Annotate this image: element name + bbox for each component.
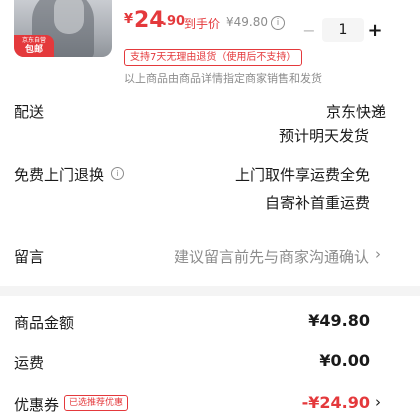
quantity-input[interactable]: 1 <box>322 18 364 42</box>
jd-self-operated-badge: 京东自营 包邮 <box>14 35 54 57</box>
chevron-right-icon[interactable]: › <box>375 245 381 263</box>
final-price-label: 到手价 <box>184 17 221 31</box>
product-image-highlight <box>54 0 84 34</box>
price-decimal: .90 <box>162 14 186 29</box>
price-integer: 24 <box>134 8 165 33</box>
original-price: ¥49.80 <box>226 15 268 29</box>
info-icon[interactable]: i <box>111 167 124 180</box>
message-label: 留言 <box>14 248 45 266</box>
message-input[interactable]: 建议留言前先与商家沟通确认 <box>174 246 369 267</box>
delivery-label: 配送 <box>14 103 45 121</box>
goods-amount-value: ¥49.80 <box>308 311 370 330</box>
coupon-label: 优惠券 <box>14 396 60 414</box>
shipping-label: 运费 <box>14 354 45 372</box>
seller-note: 以上商品由商品详情指定商家销售和发货 <box>124 72 322 85</box>
goods-amount-label: 商品金额 <box>14 314 75 332</box>
info-icon[interactable]: i <box>271 16 285 30</box>
quantity-stepper: − 1 + <box>296 18 386 44</box>
chevron-right-icon[interactable]: › <box>373 100 379 118</box>
coupon-value[interactable]: -¥24.90 <box>302 393 370 412</box>
chevron-right-icon[interactable]: › <box>375 393 381 411</box>
shipping-value: ¥0.00 <box>319 351 370 370</box>
return-service-label: 免费上门退换 <box>14 166 105 184</box>
price-currency: ¥ <box>124 12 134 27</box>
coupon-tag: 已选推荐优惠 <box>64 395 129 411</box>
return-service-line2: 自寄补首重运费 <box>264 194 370 212</box>
return-policy-tag: 支持7天无理由退货（使用后不支持） <box>124 49 303 66</box>
plus-icon[interactable]: + <box>366 18 384 44</box>
badge-top-text: 京东自营 <box>21 37 46 44</box>
badge-main-text: 包邮 <box>24 45 43 55</box>
section-divider <box>0 286 420 296</box>
return-service-line1: 上门取件享运费全免 <box>234 166 370 184</box>
minus-icon[interactable]: − <box>300 18 318 44</box>
product-thumbnail[interactable]: 京东自营 包邮 <box>14 0 112 57</box>
delivery-eta: 预计明天发货 <box>278 127 369 145</box>
